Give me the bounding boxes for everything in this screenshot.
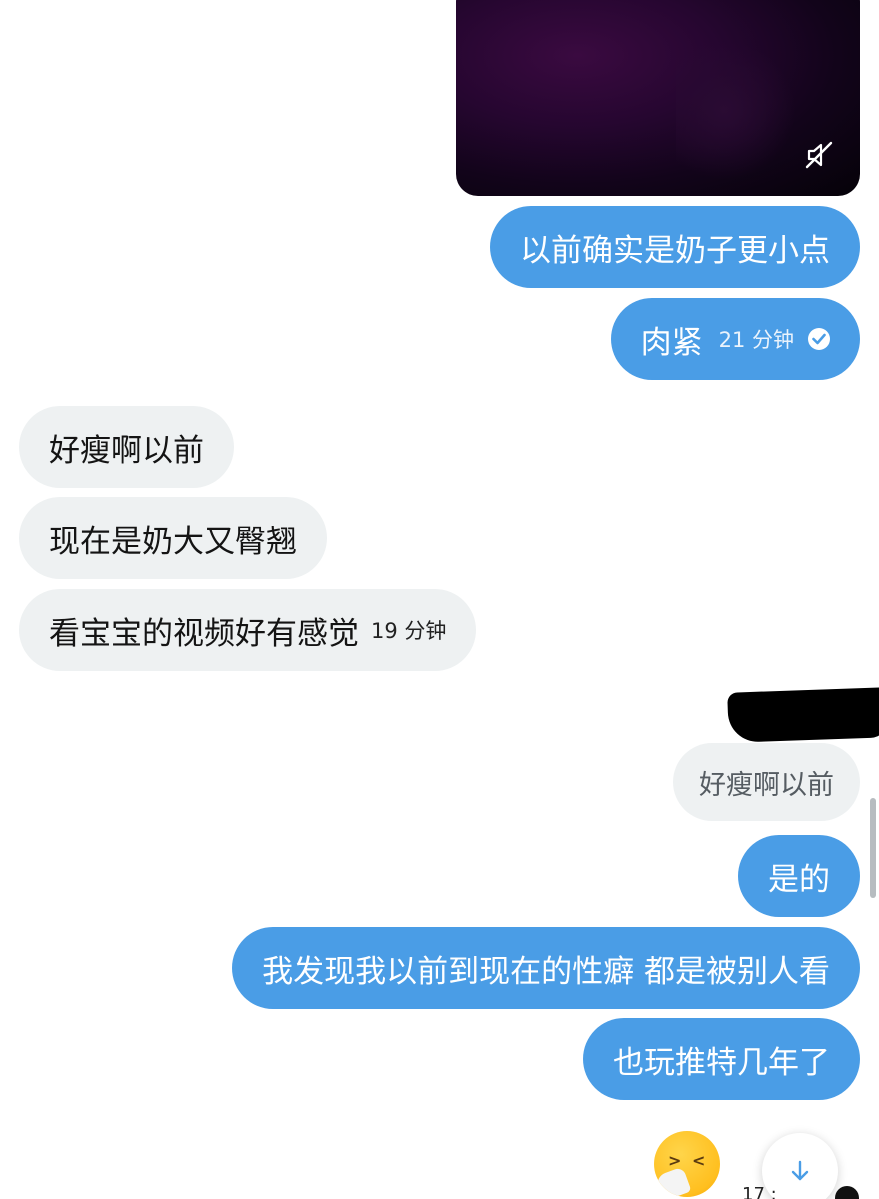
quoted-text: 好瘦啊以前 [699,769,834,801]
message-text: 好瘦啊以前 [49,432,204,469]
message-time: 19 分钟 [371,619,447,643]
outgoing-message[interactable]: 我发现我以前到现在的性癖 都是被别人看 [232,927,860,1009]
message-text: 现在是奶大又臀翘 [49,523,297,560]
outgoing-message[interactable]: 以前确实是奶子更小点 [490,206,860,288]
message-text: 肉紧 [640,324,703,361]
outgoing-message[interactable]: 肉紧 21 分钟 [610,298,860,380]
scrollbar[interactable] [870,798,876,898]
message-text: 也玩推特几年了 [613,1044,830,1081]
message-time: 17 : [742,1184,777,1199]
message-text: 看宝宝的视频好有感觉 [49,615,359,652]
video-message[interactable] [456,0,860,196]
read-check-icon [835,1186,859,1199]
muted-speaker-icon[interactable] [804,140,834,170]
message-text: 以前确实是奶子更小点 [520,232,830,269]
incoming-message[interactable]: 现在是奶大又臀翘 [19,497,327,579]
quoted-reply[interactable]: 好瘦啊以前 [673,743,860,821]
incoming-message[interactable]: 好瘦啊以前 [19,406,234,488]
outgoing-message[interactable]: 也玩推特几年了 [583,1018,860,1100]
message-text: 我发现我以前到现在的性癖 都是被别人看 [262,953,830,990]
message-text: 是的 [768,861,830,898]
message-time: 21 分钟 [718,328,794,352]
arrow-down-icon [791,1160,809,1181]
outgoing-message[interactable]: 是的 [738,835,860,917]
read-check-icon [808,328,830,350]
incoming-message[interactable]: 看宝宝的视频好有感觉 19 分钟 [19,589,477,671]
sneezing-face-icon: > < [654,1131,720,1197]
chat-screen: 以前确实是奶子更小点 肉紧 21 分钟 好瘦啊以前 现在是奶大又臀翘 看宝宝的视… [0,0,879,1199]
